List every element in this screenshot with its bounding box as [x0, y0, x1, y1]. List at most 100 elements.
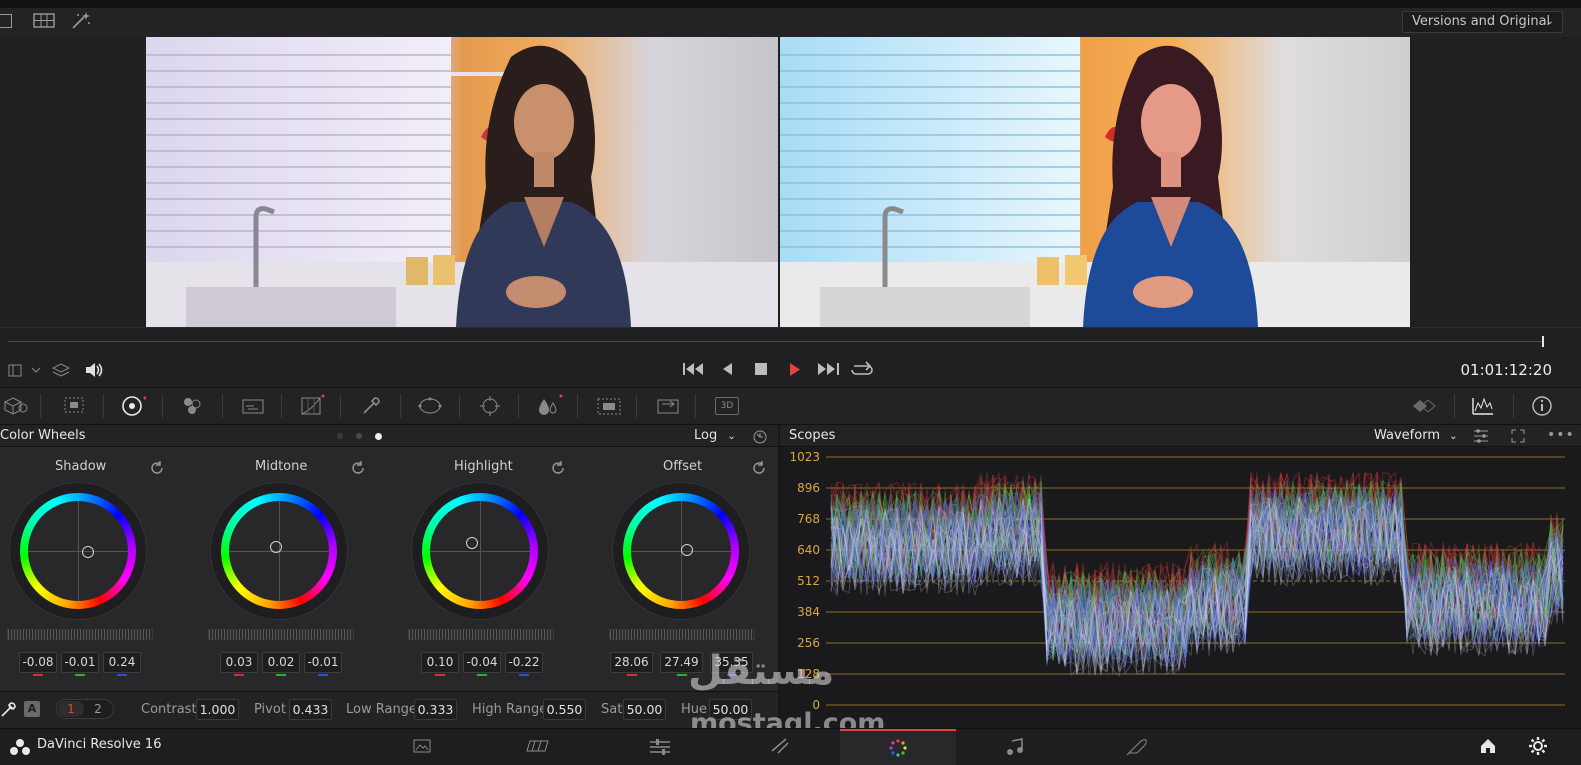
highlight-wheel-puck[interactable] [466, 537, 478, 549]
shadow-master-slider[interactable] [7, 629, 153, 640]
shadow-value-b[interactable]: 0.24 [103, 652, 141, 673]
expand-icon[interactable] [1511, 429, 1525, 443]
midtone-wheel-puck[interactable] [270, 541, 282, 553]
contrast-label: Contrast [141, 702, 197, 717]
motion-effects-icon[interactable] [240, 394, 266, 418]
media-page-button[interactable] [362, 735, 480, 765]
color-wheels-panel: Color Wheels Log ⌄ Shadow -0.08 -0.01 0.… [0, 425, 778, 728]
shadow-value-g[interactable]: -0.01 [61, 652, 99, 673]
speaker-icon[interactable] [84, 361, 104, 379]
skip-to-end-icon[interactable] [818, 362, 840, 376]
high-range-value[interactable]: 0.550 [543, 699, 586, 720]
highlight-master-slider[interactable] [408, 629, 554, 640]
highlight-value-g[interactable]: -0.04 [463, 652, 501, 673]
chevron-down-icon: ⌄ [1545, 16, 1554, 27]
deliver-page-button[interactable] [1077, 735, 1195, 765]
tracker-icon[interactable] [477, 394, 503, 418]
app-name: DaVinci Resolve 16 [37, 737, 162, 752]
shadow-wheel[interactable] [0, 471, 158, 631]
sizing-icon[interactable] [654, 394, 680, 418]
log-mode-dropdown[interactable]: Log ⌄ [694, 428, 736, 443]
more-options-icon[interactable]: ••• [1547, 427, 1575, 443]
top-toolbar: Versions and Original ⌄ [0, 0, 1581, 37]
grid-view-icon[interactable] [33, 13, 55, 29]
scopes-title: Scopes [789, 428, 836, 443]
key-icon[interactable] [595, 394, 621, 418]
power-window-icon[interactable] [417, 394, 443, 418]
watermark-logo-mark: مستقل [688, 648, 835, 694]
page-dot-1[interactable] [337, 433, 343, 439]
viewer-mode-icon[interactable] [8, 364, 41, 378]
blur-icon[interactable] [535, 394, 563, 418]
highlight-value-r[interactable]: 0.10 [421, 652, 459, 673]
edit-page-button[interactable] [600, 735, 718, 765]
step-back-icon[interactable] [722, 363, 734, 375]
midtone-reset-icon[interactable] [350, 460, 366, 476]
offset-master-slider[interactable] [609, 629, 755, 640]
color-match-icon[interactable] [62, 394, 88, 418]
midtone-master-slider[interactable] [208, 629, 354, 640]
transport-bar: 01:01:12:20 [0, 327, 1581, 387]
midtone-value-b[interactable]: -0.01 [304, 652, 342, 673]
offset-wheel[interactable] [601, 471, 761, 631]
3d-icon[interactable]: 3D [715, 397, 739, 415]
scrub-timeline[interactable] [8, 341, 1542, 342]
versions-dropdown[interactable]: Versions and Original ⌄ [1402, 11, 1563, 33]
shadow-value-r[interactable]: -0.08 [19, 652, 57, 673]
scopes-panel: Scopes Waveform ⌄ ••• 1023 896 768 640 5… [779, 425, 1581, 728]
highlight-label: Highlight [454, 459, 513, 474]
home-icon[interactable] [1479, 737, 1497, 755]
page-2-button[interactable]: 2 [86, 701, 110, 717]
scope-settings-icon[interactable] [1472, 428, 1490, 444]
eyedropper-icon[interactable] [0, 700, 18, 718]
nodes-toggle-icon[interactable] [1410, 394, 1436, 418]
layers-icon[interactable] [52, 362, 70, 378]
offset-value-r[interactable]: 28.06 [610, 652, 653, 673]
single-viewer-icon[interactable] [0, 14, 12, 28]
offset-wheel-puck[interactable] [681, 544, 693, 556]
sat-label: Sat [601, 702, 623, 717]
loop-icon[interactable] [850, 361, 874, 377]
qualifier-eyedropper-icon[interactable] [359, 394, 385, 418]
auto-balance-button[interactable]: A [24, 701, 40, 717]
sat-value[interactable]: 50.00 [623, 699, 666, 720]
highlight-reset-icon[interactable] [550, 460, 566, 476]
gear-icon[interactable] [1528, 736, 1548, 756]
info-icon[interactable] [1530, 394, 1556, 418]
pivot-label: Pivot [254, 702, 286, 717]
shadow-wheel-puck[interactable] [82, 546, 94, 558]
shadow-reset-icon[interactable] [149, 460, 165, 476]
scope-tick-768: 768 [797, 512, 820, 526]
rgb-mixer-icon[interactable] [180, 394, 206, 418]
cut-page-button[interactable] [480, 735, 598, 765]
midtone-value-g[interactable]: 0.02 [262, 652, 300, 673]
skip-to-start-icon[interactable] [683, 362, 705, 376]
page-dot-2[interactable] [356, 433, 362, 439]
playhead[interactable] [1542, 336, 1544, 347]
viewer-original-frame[interactable] [146, 37, 778, 327]
page-1-button[interactable]: 1 [58, 701, 84, 717]
camera-raw-icon[interactable] [2, 394, 28, 418]
magic-wand-icon[interactable] [70, 11, 92, 31]
color-page-button[interactable] [840, 729, 956, 765]
highlight-wheel[interactable] [400, 471, 560, 631]
fusion-page-button[interactable] [720, 735, 838, 765]
scope-mode-dropdown[interactable]: Waveform ⌄ [1374, 428, 1458, 443]
pivot-value[interactable]: 0.433 [289, 699, 332, 720]
curves-icon[interactable] [299, 394, 325, 418]
viewer-graded-frame[interactable] [780, 37, 1410, 327]
fairlight-page-button[interactable] [958, 735, 1076, 765]
waveform-scope [780, 447, 1581, 728]
midtone-wheel[interactable] [199, 471, 359, 631]
offset-reset-icon[interactable] [751, 460, 767, 476]
contrast-value[interactable]: 1.000 [196, 699, 239, 720]
low-range-value[interactable]: 0.333 [414, 699, 457, 720]
reset-all-icon[interactable] [752, 429, 768, 445]
highlight-value-b[interactable]: -0.22 [505, 652, 543, 673]
page-dot-3[interactable] [375, 433, 382, 440]
scopes-toggle-icon[interactable] [1470, 394, 1496, 418]
play-icon[interactable] [789, 363, 801, 376]
color-wheels-icon[interactable] [120, 394, 146, 418]
stop-icon[interactable] [755, 363, 767, 375]
midtone-value-r[interactable]: 0.03 [220, 652, 258, 673]
